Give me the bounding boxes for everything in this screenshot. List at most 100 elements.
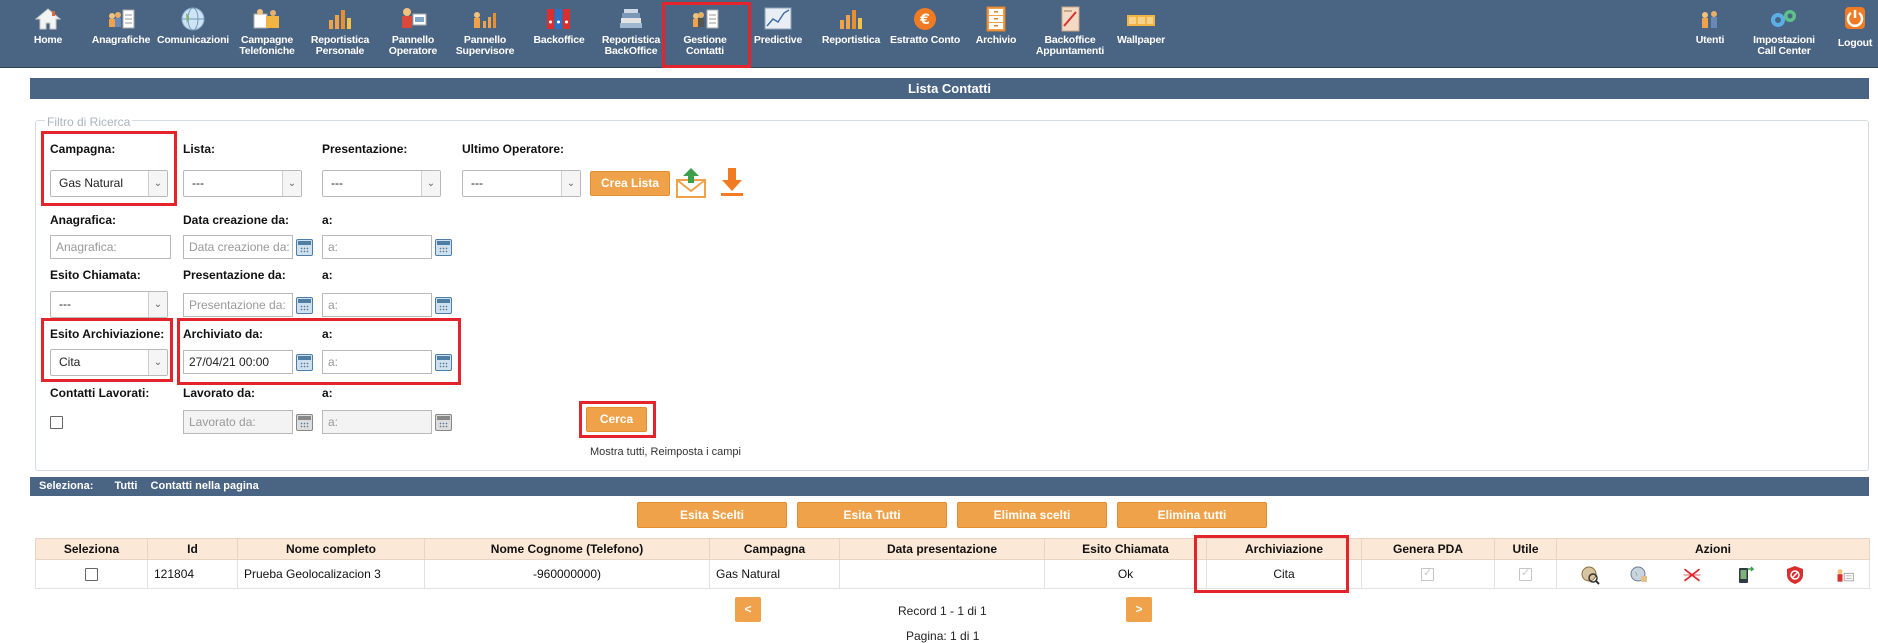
mail-upload-icon[interactable] <box>674 166 708 200</box>
cell-utile <box>1494 559 1557 589</box>
people-document-icon <box>109 9 135 29</box>
globe-search-icon[interactable] <box>1580 565 1600 585</box>
col-campagna[interactable]: Campagna <box>709 538 840 560</box>
lavorato-da-input[interactable]: Lavorato da: <box>183 410 293 434</box>
delete-icon[interactable] <box>1682 565 1702 585</box>
nav-pannello-supervisore[interactable]: Pannello Supervisore <box>445 6 525 57</box>
nav-label: Pannello Supervisore <box>455 34 515 57</box>
calendar-icon[interactable] <box>435 354 452 371</box>
col-esito-chiamata[interactable]: Esito Chiamata <box>1044 538 1207 560</box>
nav-label: Reportistica BackOffice <box>601 34 661 57</box>
bar-chart-icon <box>840 10 862 29</box>
row-select-checkbox[interactable] <box>85 568 98 581</box>
lavorato-da-label: Lavorato da: <box>183 386 256 400</box>
col-id[interactable]: Id <box>147 538 238 560</box>
nav-utenti[interactable]: Utenti <box>1670 6 1750 46</box>
nav-gestione-contatti[interactable]: Gestione Contatti <box>665 6 745 57</box>
nav-campagne-telefoniche[interactable]: Campagne Telefoniche <box>227 6 307 57</box>
contatti-lavorati-checkbox[interactable] <box>50 416 63 429</box>
calendar-icon[interactable] <box>296 297 313 314</box>
page-indicator: Pagina: 1 di 1 <box>906 629 980 643</box>
phone-export-icon[interactable] <box>1734 565 1754 585</box>
calendar-icon <box>435 414 452 431</box>
archiviato-a-label: a: <box>322 327 333 341</box>
record-count: Record 1 - 1 di 1 <box>898 604 987 618</box>
nav-archivio[interactable]: Archivio <box>956 6 1036 46</box>
user-card-icon[interactable] <box>1835 565 1855 585</box>
data-creazione-da-input[interactable]: Data creazione da: <box>183 235 293 259</box>
ultimo-operatore-select[interactable]: --- ⌄ <box>462 170 581 197</box>
nav-estratto-conto[interactable]: € Estratto Conto <box>885 6 965 46</box>
nav-reportistica[interactable]: Reportistica <box>811 6 891 46</box>
line-chart-icon <box>764 7 792 30</box>
archiviato-a-input[interactable]: a: <box>322 350 432 374</box>
globe-edit-icon[interactable] <box>1629 565 1649 585</box>
nav-label: Utenti <box>1695 34 1725 46</box>
nav-reportistica-personale[interactable]: Reportistica Personale <box>300 6 380 57</box>
elimina-scelti-button[interactable]: Elimina scelti <box>957 502 1107 528</box>
nav-anagrafiche[interactable]: Anagrafiche <box>81 6 161 46</box>
nav-home[interactable]: Home <box>8 6 88 46</box>
calendar-icon[interactable] <box>435 239 452 256</box>
nav-reportistica-backoffice[interactable]: Reportistica BackOffice <box>591 6 671 57</box>
archiviato-da-input[interactable]: 27/04/21 00:00 <box>183 350 293 374</box>
col-nome-cognome-telefono[interactable]: Nome Cognome (Telefono) <box>424 538 710 560</box>
nav-backoffice[interactable]: Backoffice <box>519 6 599 46</box>
col-genera-pda: Genera PDA <box>1361 538 1495 560</box>
cerca-button[interactable]: Cerca <box>586 407 647 432</box>
anagrafica-label: Anagrafica: <box>50 213 117 227</box>
next-page-button[interactable]: > <box>1126 597 1152 622</box>
prev-page-button[interactable]: < <box>735 597 761 622</box>
nav-predictive[interactable]: Predictive <box>738 6 818 46</box>
presentazione-da-label: Presentazione da: <box>183 268 286 282</box>
nav-pannello-operatore[interactable]: Pannello Operatore <box>373 6 453 57</box>
esito-chiamata-select[interactable]: --- ⌄ <box>50 291 168 318</box>
select-all-link[interactable]: Tutti <box>114 480 137 492</box>
nav-wallpaper[interactable]: Wallpaper <box>1101 6 1181 46</box>
calendar-icon[interactable] <box>435 297 452 314</box>
presentazione-da-input[interactable]: Presentazione da: <box>183 293 293 317</box>
esito-archiviazione-select[interactable]: Cita ⌄ <box>50 349 168 376</box>
col-data-presentazione[interactable]: Data presentazione <box>839 538 1045 560</box>
bar-chart-icon <box>329 10 351 29</box>
nav-comunicazioni[interactable]: Comunicazioni <box>153 6 233 46</box>
cell-telefono: -960000000) <box>424 559 710 589</box>
download-icon[interactable] <box>718 166 746 198</box>
seleziona-label: Seleziona: <box>39 480 94 492</box>
data-creazione-da-label: Data creazione da: <box>183 213 290 227</box>
calendar-icon[interactable] <box>296 354 313 371</box>
esita-scelti-button[interactable]: Esita Scelti <box>637 502 787 528</box>
reset-links[interactable]: Mostra tutti, Reimposta i campi <box>590 446 741 458</box>
presentazione-a-input[interactable]: a: <box>322 293 432 317</box>
data-creazione-a-input[interactable]: a: <box>322 235 432 259</box>
anagrafica-input[interactable]: Anagrafica: <box>50 235 171 259</box>
chevron-down-icon: ⌄ <box>561 171 580 196</box>
nav-logout[interactable]: Logout <box>1815 6 1878 49</box>
col-archiviazione[interactable]: Archiviazione <box>1206 538 1362 560</box>
lista-label: Lista: <box>183 142 216 156</box>
contatti-lavorati-label: Contatti Lavorati: <box>50 386 150 400</box>
calendar-icon[interactable] <box>296 239 313 256</box>
select-page-link[interactable]: Contatti nella pagina <box>151 480 259 492</box>
cell-archiviazione: Cita <box>1206 559 1362 589</box>
lavorato-a-input[interactable]: a: <box>322 410 432 434</box>
col-nome-completo[interactable]: Nome completo <box>237 538 425 560</box>
cell-esito: Ok <box>1044 559 1207 589</box>
globe-icon <box>181 7 205 31</box>
crea-lista-button[interactable]: Crea Lista <box>590 171 670 196</box>
presentazione-select[interactable]: --- ⌄ <box>322 170 441 197</box>
shield-block-icon[interactable] <box>1785 565 1805 585</box>
lista-select[interactable]: --- ⌄ <box>183 170 302 197</box>
campagna-value: Gas Natural <box>59 176 124 190</box>
esita-tutti-button[interactable]: Esita Tutti <box>797 502 947 528</box>
esito-chiamata-value: --- <box>59 297 71 311</box>
stacked-books-icon <box>620 9 642 28</box>
cell-campagna: Gas Natural <box>709 559 840 589</box>
elimina-tutti-button[interactable]: Elimina tutti <box>1117 502 1267 528</box>
nav-label: Home <box>33 34 63 46</box>
campagna-select[interactable]: Gas Natural ⌄ <box>50 170 168 197</box>
nav-impostazioni-call-center[interactable]: Impostazioni Call Center <box>1744 6 1824 57</box>
chevron-down-icon: ⌄ <box>282 171 301 196</box>
nav-backoffice-appuntamenti[interactable]: Backoffice Appuntamenti <box>1030 6 1110 57</box>
supervisor-panel-icon <box>474 12 496 28</box>
